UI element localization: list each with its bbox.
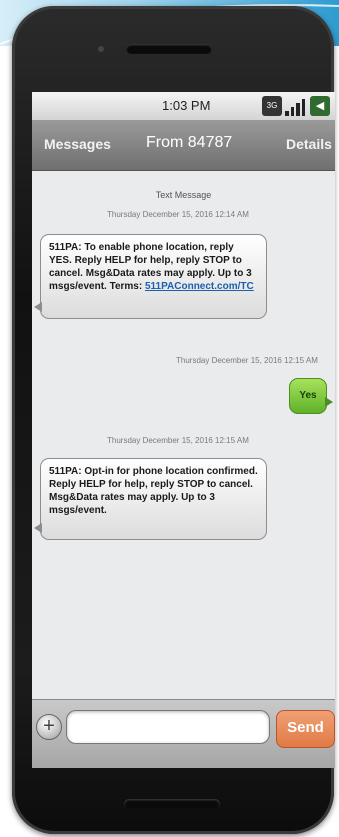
terms-link[interactable]: 511PAConnect.com/TC [145,281,254,292]
status-bar: 1:03 PM 3G ◀ [32,92,335,121]
conversation-header: Text Message [155,190,212,200]
camera-dot [98,46,104,52]
messages-back-button[interactable]: Messages [44,136,111,152]
message-timestamp: Thursday December 15, 2016 12:15 AM [176,356,318,365]
plus-icon[interactable]: + [36,714,62,740]
earpiece-speaker [126,44,212,54]
message-text: Yes [299,390,317,401]
conversation-title: From 84787 [146,134,233,151]
title-bar: Messages From 84787 Details [32,120,335,171]
incoming-message-bubble[interactable]: 511PA: Opt-in for phone location confirm… [34,458,267,540]
status-time: 1:03 PM [162,98,211,113]
message-timestamp: Thursday December 15, 2016 12:14 AM [107,210,249,219]
message-input[interactable] [66,710,270,744]
message-composer: + Send [32,699,335,768]
back-arrow-icon: ◀ [310,96,330,116]
message-timestamp: Thursday December 15, 2016 12:15 AM [107,436,249,445]
network-3g-icon: 3G [262,96,282,116]
phone-screen: 1:03 PM 3G ◀ Messages From 84787 Details… [32,92,335,768]
signal-bars-icon [285,96,305,116]
outgoing-message-bubble[interactable]: Yes [289,378,333,414]
home-slot [124,799,220,809]
message-text: 511PA: Opt-in for phone location confirm… [49,466,258,516]
send-button[interactable]: Send [276,710,335,748]
incoming-message-bubble[interactable]: 511PA: To enable phone location, reply Y… [34,234,267,319]
details-button[interactable]: Details [286,136,332,152]
